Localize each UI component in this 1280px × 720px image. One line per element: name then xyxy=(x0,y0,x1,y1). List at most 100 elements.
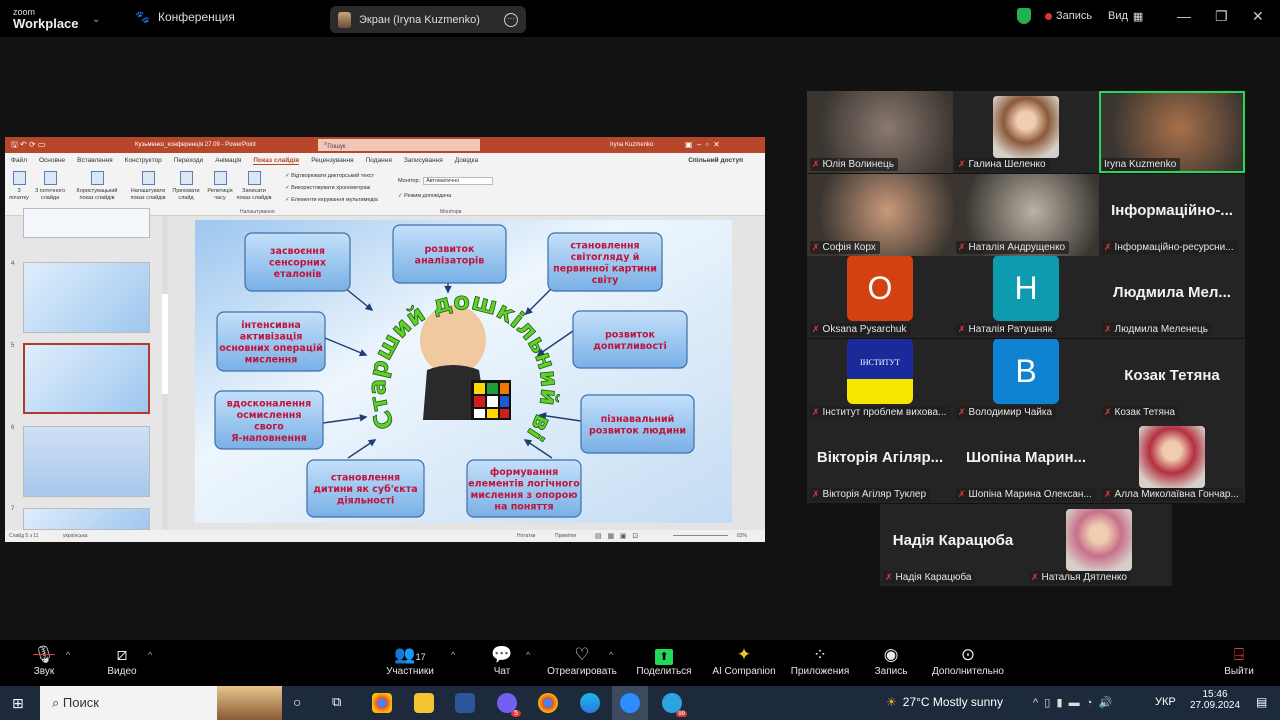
participant-tile[interactable]: Вікторія Агіляр... ✗ Вікторія Агіляр Тукле… xyxy=(807,421,953,503)
monitor-value[interactable]: Автоматично xyxy=(423,177,494,185)
ribbon-tab[interactable]: Подання xyxy=(366,157,392,164)
restore-button[interactable]: ❐ xyxy=(1215,8,1228,25)
chrome-profile-icon[interactable] xyxy=(538,693,558,713)
ribbon-tab[interactable]: Переходи xyxy=(174,157,203,164)
video-options-caret[interactable]: ^ xyxy=(148,650,152,660)
minimize-button[interactable]: — xyxy=(1177,8,1191,24)
audio-options-caret[interactable]: ^ xyxy=(66,650,70,660)
share-screen-button[interactable]: ⬆ Поделиться xyxy=(634,644,694,677)
chat-caret[interactable]: ^ xyxy=(526,650,530,660)
ribbon-tab[interactable]: Показ слайдів xyxy=(253,157,300,165)
ribbon-button[interactable]: З початку xyxy=(9,171,29,202)
record-button[interactable]: ◉ Запись xyxy=(871,644,911,677)
system-tray-icons[interactable]: ^ ▯ ▮ ▬ ◔ 🔊 xyxy=(1033,696,1112,709)
ppt-search-input[interactable]: ⌕ Пошук xyxy=(318,139,480,151)
participant-tile[interactable]: Iryna Kuzmenko xyxy=(1099,91,1245,173)
ribbon-tab[interactable]: Довідка xyxy=(455,157,478,164)
screen-share-pill[interactable]: Экран (Iryna Kuzmenko) ··· xyxy=(330,6,526,33)
viber-icon[interactable]: 5 xyxy=(497,693,521,717)
mic-muted-icon: ✗ xyxy=(958,489,966,499)
notes-button[interactable]: Нотатки xyxy=(517,533,535,539)
participant-tile[interactable]: Козак Тетяна ✗ Козак Тетяна xyxy=(1099,338,1245,421)
comments-button[interactable]: Примітки xyxy=(555,533,576,539)
more-button[interactable]: ⊙ Дополнительно xyxy=(928,644,1008,677)
ribbon-tab[interactable]: Анімація xyxy=(215,157,241,164)
participant-tile[interactable]: ✗ Юлія Волинець xyxy=(807,91,953,173)
windows-start-icon[interactable]: ⊞ xyxy=(12,695,24,712)
file-explorer-icon[interactable] xyxy=(414,693,434,713)
ribbon-button[interactable]: Репетиція часу xyxy=(205,171,235,202)
ribbon-button[interactable]: Записати показ слайдів xyxy=(236,171,272,202)
video-button[interactable]: ⧄ Видео xyxy=(104,644,140,677)
participant-tile[interactable]: ІНСТИТУТ ✗ Інститут проблем вихова... xyxy=(807,338,953,421)
zoom-taskbar-active[interactable] xyxy=(612,686,648,720)
chevron-down-icon[interactable]: ⌄ xyxy=(92,14,100,25)
meeting-info-button[interactable]: 🐾 Конференция xyxy=(135,10,235,24)
ribbon-button[interactable]: Приховати слайд xyxy=(170,171,202,202)
view-button[interactable]: Вид ▦ xyxy=(1108,10,1143,23)
ribbon-tab[interactable]: Основне xyxy=(39,157,65,164)
slide-thumbnail-7[interactable] xyxy=(23,508,150,530)
recording-indicator[interactable]: Запись xyxy=(1045,10,1092,22)
word-icon[interactable] xyxy=(455,693,475,713)
checkbox[interactable]: ✓ Елементи керування мультимедіа xyxy=(285,197,378,203)
participant-tile[interactable]: Людмила Мел... ✗ Людмила Меленець xyxy=(1099,256,1245,338)
quick-access-icons[interactable]: 🖫 ↶ ⟳ ▭ xyxy=(11,139,45,153)
ribbon-tab[interactable]: Рецензування xyxy=(311,157,353,164)
view-buttons[interactable]: ▤ ▦ ▣ ⊡ xyxy=(595,532,638,540)
participants-caret[interactable]: ^ xyxy=(451,650,455,660)
telegram-icon[interactable]: 99 xyxy=(662,693,687,717)
clock[interactable]: 15:46 27.09.2024 xyxy=(1190,689,1240,711)
participant-tile[interactable]: Інформаційно-... ✗ Інформаційно-ресурсни..… xyxy=(1099,173,1245,256)
slide-thumbnail-3[interactable] xyxy=(23,208,150,238)
slide-thumbnail-4[interactable] xyxy=(23,262,150,333)
participant-tile[interactable]: O ✗ Oksana Pysarchuk xyxy=(807,256,953,338)
language-label[interactable]: українська xyxy=(63,533,88,539)
ribbon-button[interactable]: Налаштувати показ слайдів xyxy=(127,171,169,202)
taskbar-search-input[interactable]: ⌕ Поиск xyxy=(40,686,282,720)
cortana-icon[interactable]: ○ xyxy=(293,694,301,710)
notifications-icon[interactable]: ▤ xyxy=(1256,695,1267,709)
participant-tile[interactable]: H ✗ Наталія Ратушняк xyxy=(953,256,1099,338)
participant-tile[interactable]: Шопіна Марин... ✗ Шопіна Марина Олексан... xyxy=(953,421,1099,503)
leave-button[interactable]: ⍈ Выйти xyxy=(1222,644,1256,677)
chrome-icon[interactable] xyxy=(372,693,392,713)
react-button[interactable]: ♡ Отреагировать xyxy=(545,644,619,677)
edge-icon[interactable] xyxy=(580,693,600,713)
ribbon-button[interactable]: Користувацький показ слайдів xyxy=(71,171,123,202)
participant-tile[interactable]: ✗ Алла Миколаївна Гончар... xyxy=(1099,421,1245,503)
apps-button[interactable]: ⁘ Приложения xyxy=(788,644,852,677)
slide-thumbnail-6[interactable] xyxy=(23,426,150,497)
weather-widget[interactable]: ☀ 27°C Mostly sunny xyxy=(886,695,1003,709)
input-language[interactable]: УКР xyxy=(1155,696,1176,708)
close-button[interactable]: ✕ xyxy=(1252,8,1264,25)
react-caret[interactable]: ^ xyxy=(609,650,613,660)
checkbox[interactable]: ✓ Режим доповідача xyxy=(398,193,451,199)
share-button[interactable]: Спільний доступ xyxy=(688,157,743,164)
checkbox[interactable]: ✓ Відтворювати дикторський текст xyxy=(285,173,374,179)
participant-tile[interactable]: B ✗ Володимир Чайка xyxy=(953,338,1099,421)
slide-thumbnail-5[interactable] xyxy=(23,343,150,414)
participant-tile[interactable]: ✗ Наталья Дятленко xyxy=(1026,503,1172,586)
ai-companion-button[interactable]: ✦ AI Companion xyxy=(710,644,778,677)
task-view-icon[interactable]: ⧉ xyxy=(332,694,341,710)
chat-button[interactable]: 💬 Чат xyxy=(487,644,517,677)
zoom-slider[interactable] xyxy=(673,535,728,536)
participant-tile[interactable]: ✗ Софія Корх xyxy=(807,173,953,256)
shield-check-icon[interactable] xyxy=(1017,8,1031,24)
ribbon-button[interactable]: З поточного слайда xyxy=(31,171,69,202)
ribbon-tab[interactable]: Файл xyxy=(11,157,27,164)
participant-tile[interactable]: Надія Карацюба ✗ Надія Карацюба xyxy=(880,503,1026,586)
participants-button[interactable]: 👥17 Участники xyxy=(380,644,440,677)
monitor-select[interactable]: Монітор: Автоматично xyxy=(398,177,494,185)
ribbon-tab[interactable]: Вставлення xyxy=(77,157,113,164)
ppt-window-controls[interactable]: ▣ – ▫ ✕ xyxy=(685,140,720,149)
thumbnails-scrollbar[interactable] xyxy=(162,216,168,530)
ribbon-tab[interactable]: Записування xyxy=(404,157,443,164)
participant-tile[interactable]: ✗ Наталія Андрущенко xyxy=(953,173,1099,256)
participant-tile[interactable]: ✗ Галина Шеленко xyxy=(953,91,1099,173)
audio-button[interactable]: 🎙 Звук xyxy=(28,644,60,677)
checkbox[interactable]: ✓ Використовувати хронометраж xyxy=(285,185,370,191)
more-icon[interactable]: ··· xyxy=(504,12,518,27)
ribbon-tab[interactable]: Конструктор xyxy=(125,157,162,164)
